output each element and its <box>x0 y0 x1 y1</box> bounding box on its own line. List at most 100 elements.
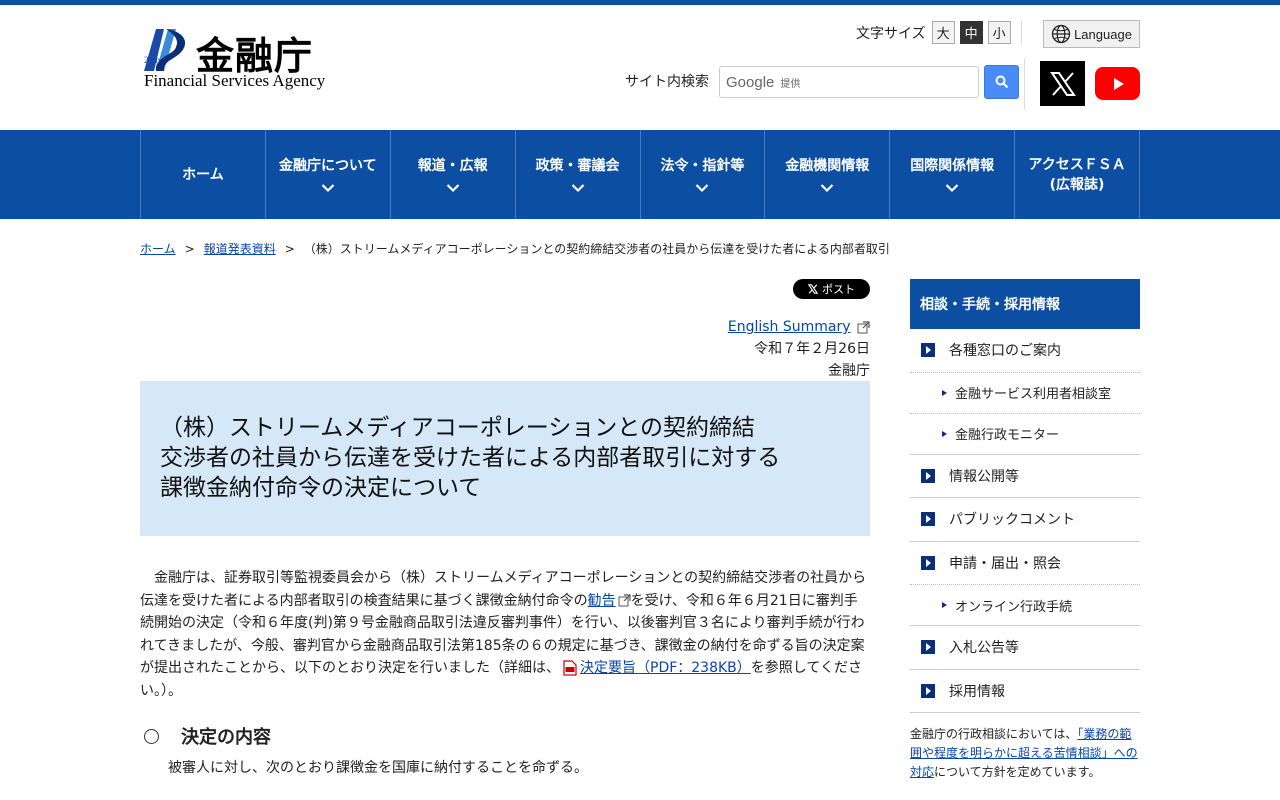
nav-item-international[interactable]: 国際関係情報 <box>890 130 1016 219</box>
sidebar-item-label: 情報公開等 <box>949 468 1019 485</box>
sidebar-item-disclosure[interactable]: 情報公開等 <box>910 455 1140 498</box>
header-divider <box>1021 21 1022 45</box>
chevron-down-icon <box>821 183 834 192</box>
sidebar-note: 金融庁の行政相談においては、「業務の範囲や程度を明らかに超える苦情相談」への対応… <box>910 725 1140 782</box>
pdf-file-icon <box>563 660 577 676</box>
external-link-icon <box>618 594 631 607</box>
youtube-play-icon <box>1113 77 1124 90</box>
breadcrumb-home-link[interactable]: ホーム <box>140 240 176 257</box>
nav-item-about[interactable]: 金融庁について <box>266 130 391 219</box>
arrow-right-icon <box>921 512 935 527</box>
article-meta: English Summary 令和７年２月26日 金融庁 <box>728 316 870 382</box>
sidebar-subitem-online-procedures[interactable]: オンライン行政手続 <box>910 585 1140 626</box>
sidebar-heading: 相談・手続・採用情報 <box>910 279 1140 329</box>
breadcrumb: ホーム > 報道発表資料 > （株）ストリームメディアコーポレーションとの契約締… <box>140 219 1140 257</box>
page-title-line: 課徴金納付命令の決定について <box>160 475 482 501</box>
nav-item-label: ホーム <box>182 166 224 183</box>
site-search-input[interactable]: Google 提供 <box>719 66 979 98</box>
sidebar-item-applications[interactable]: 申請・届出・照会 <box>910 542 1140 585</box>
nav-item-label-2: (広報誌) <box>1049 176 1105 193</box>
english-summary-link[interactable]: English Summary <box>728 319 851 335</box>
font-size-medium-button[interactable]: 中 <box>959 21 983 44</box>
x-logo-icon <box>1049 71 1076 96</box>
x-post-label: ポスト <box>822 284 855 296</box>
recommendation-link[interactable]: 勧告 <box>588 593 616 609</box>
language-button[interactable]: Language <box>1043 20 1140 48</box>
globe-icon <box>1051 24 1071 44</box>
x-social-button[interactable] <box>1040 61 1085 106</box>
chevron-down-icon <box>696 183 709 192</box>
nav-item-label: 法令・指針等 <box>660 157 745 174</box>
search-icon <box>995 75 1008 89</box>
site-logo[interactable]: 25th 金融庁 Financial Services Agency <box>142 25 342 91</box>
chevron-down-icon <box>321 183 335 192</box>
font-size-switcher: 文字サイズ 大 中 小 <box>856 21 1016 44</box>
nav-item-press[interactable]: 報道・広報 <box>391 130 516 219</box>
google-provided-text: 提供 <box>780 78 801 90</box>
language-label: Language <box>1074 26 1132 42</box>
decision-summary-pdf-link[interactable]: 決定要旨（PDF：238KB） <box>580 660 751 676</box>
nav-item-laws[interactable]: 法令・指針等 <box>641 130 766 219</box>
font-size-large-button[interactable]: 大 <box>931 21 955 44</box>
sidebar-subitem-consumer-desk[interactable]: 金融サービス利用者相談室 <box>910 373 1140 414</box>
x-logo-icon <box>808 284 818 294</box>
nav-item-label: アクセスＦＳＡ <box>1028 156 1126 173</box>
section-text: 被審人に対し、次のとおり課徴金を国庫に納付することを命ずる。 <box>168 760 588 776</box>
sidebar-item-label: 金融サービス利用者相談室 <box>955 387 1112 402</box>
sidebar-item-label: オンライン行政手続 <box>955 599 1073 615</box>
font-size-small-button[interactable]: 小 <box>987 21 1011 44</box>
breadcrumb-current: （株）ストリームメディアコーポレーションとの契約締結交渉者の社員から伝達を受けた… <box>303 242 890 256</box>
nav-item-policy[interactable]: 政策・審議会 <box>516 130 641 219</box>
article-body: 金融庁は、証券取引等監視委員会から（株）ストリームメディアコーポレーションとの契… <box>140 567 870 702</box>
arrow-right-icon <box>921 555 935 570</box>
nav-item-label: 政策・審議会 <box>535 157 620 174</box>
sidebar-subitem-monitor[interactable]: 金融行政モニター <box>910 414 1140 455</box>
sidebar-item-tenders[interactable]: 入札公告等 <box>910 626 1140 670</box>
section-title: 決定の内容 <box>181 727 271 748</box>
arrow-right-icon <box>921 343 935 358</box>
site-search-label: サイト内検索 <box>625 74 709 90</box>
section-heading: 決定の内容 <box>140 723 271 749</box>
search-button[interactable] <box>984 65 1019 99</box>
sidebar-note-text-2: について方針を定めています。 <box>934 765 1101 779</box>
sidebar-item-recruitment[interactable]: 採用情報 <box>910 670 1140 713</box>
chevron-down-icon <box>571 183 584 192</box>
breadcrumb-parent-link[interactable]: 報道発表資料 <box>204 240 276 257</box>
fsa-emblem-icon <box>144 29 186 71</box>
youtube-social-button[interactable] <box>1095 67 1140 100</box>
arrow-right-icon <box>921 640 935 655</box>
logo-text-en: Financial Services Agency <box>144 71 326 90</box>
sidebar-item-label: 申請・届出・照会 <box>949 555 1061 572</box>
google-brand-text: Google <box>726 73 775 91</box>
sidebar-item-label: パブリックコメント <box>949 512 1075 529</box>
page-title-box: （株）ストリームメディアコーポレーションとの契約締結 交渉者の社員から伝達を受け… <box>140 381 870 536</box>
page-title-line: 交渉者の社員から伝達を受けた者による内部者取引に対する <box>160 445 781 471</box>
sidebar-item-contact-windows[interactable]: 各種窓口のご案内 <box>910 329 1140 373</box>
breadcrumb-separator: > <box>284 241 295 256</box>
sidebar: 相談・手続・採用情報 各種窓口のご案内 金融サービス利用者相談室 金融行政モニタ… <box>910 279 1140 782</box>
site-header: 25th 金融庁 Financial Services Agency 文字サイズ… <box>140 5 1140 130</box>
logo-badge: 25th <box>144 55 161 65</box>
page-title-line: （株）ストリームメディアコーポレーションとの契約締結 <box>160 415 756 441</box>
external-link-icon <box>857 320 870 333</box>
page-title: （株）ストリームメディアコーポレーションとの契約締結 交渉者の社員から伝達を受け… <box>160 413 850 503</box>
nav-item-label: 金融庁について <box>279 157 377 174</box>
font-size-label: 文字サイズ <box>856 25 926 42</box>
nav-item-label: 報道・広報 <box>417 157 488 174</box>
nav-item-access-fsa[interactable]: アクセスＦＳＡ (広報誌) <box>1015 130 1140 219</box>
sidebar-item-label: 金融行政モニター <box>955 428 1060 443</box>
sidebar-item-label: 入札公告等 <box>949 640 1019 657</box>
arrow-right-icon <box>921 683 935 698</box>
global-nav: ホーム 金融庁について 報道・広報 政策・審議会 法令・指針等 金融機関情報 国… <box>0 130 1280 219</box>
nav-item-institutions[interactable]: 金融機関情報 <box>765 130 891 219</box>
chevron-down-icon <box>945 183 959 192</box>
sidebar-note-text-1: 金融庁の行政相談においては、 <box>910 727 1078 741</box>
sidebar-item-public-comment[interactable]: パブリックコメント <box>910 498 1140 542</box>
nav-item-home[interactable]: ホーム <box>141 130 266 219</box>
article-date: 令和７年２月26日 <box>754 341 870 357</box>
header-divider-2 <box>1024 59 1025 109</box>
nav-item-label: 国際関係情報 <box>910 157 995 174</box>
circle-bullet-icon <box>144 728 159 744</box>
arrow-right-icon <box>921 468 935 483</box>
x-post-button[interactable]: ポスト <box>793 279 870 299</box>
